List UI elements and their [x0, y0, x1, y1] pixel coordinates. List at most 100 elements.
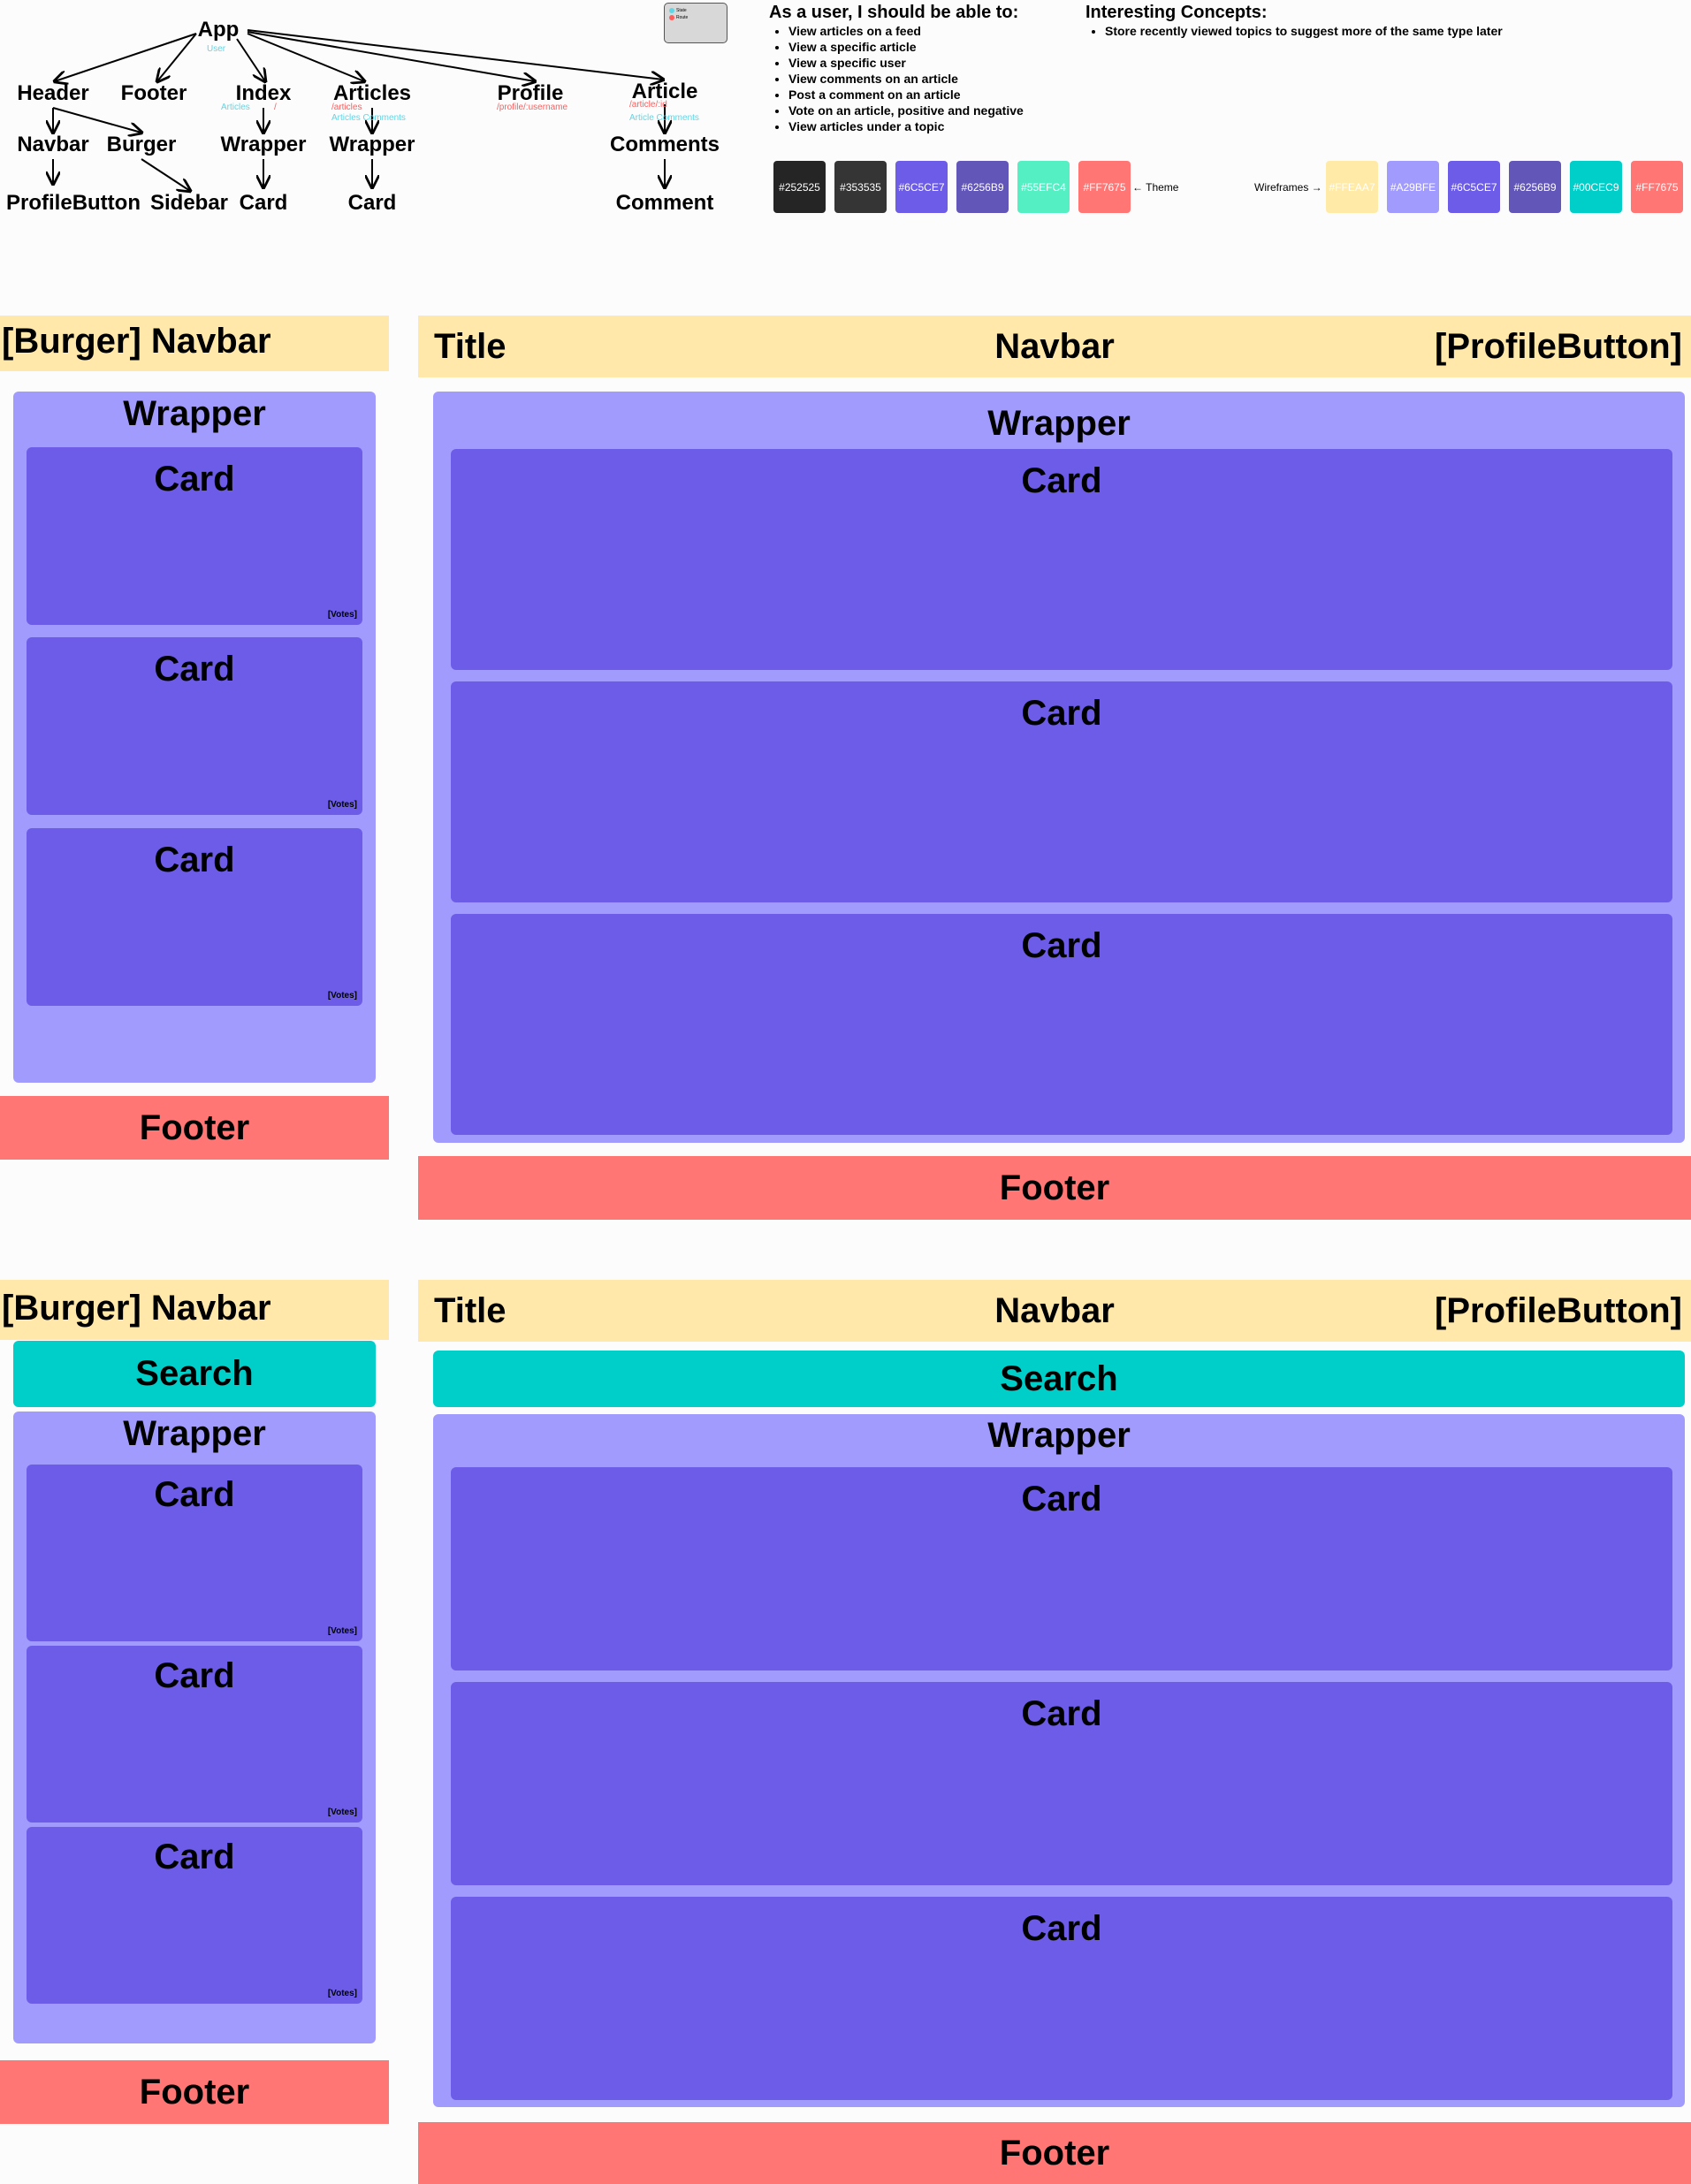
desktop-feed-wrapper-label: Wrapper	[987, 404, 1131, 443]
node-profile-button: ProfileButton	[6, 191, 141, 215]
article-state-label: Article Comments	[629, 113, 699, 123]
mobile-feed-card: Card [Votes]	[27, 447, 362, 625]
wireframe-color-swatch: #A29BFE	[1387, 161, 1439, 213]
route-dot-icon	[669, 15, 674, 20]
mobile-search-wrapper: Wrapper Card [Votes] Card [Votes] Card […	[13, 1412, 376, 2043]
card-title: Card	[1021, 1480, 1102, 1518]
card-title: Card	[1021, 1909, 1102, 1948]
concept-item: Store recently viewed topics to suggest …	[1105, 23, 1503, 39]
theme-color-swatch: #6C5CE7	[895, 161, 948, 213]
card-votes: [Votes]	[327, 1989, 357, 1998]
requirements-section: As a user, I should be able to: View art…	[769, 4, 1024, 134]
theme-color-swatch: #55EFC4	[1017, 161, 1070, 213]
desktop-feed-card: Card	[451, 681, 1672, 902]
wireframe-color-swatch: #FF7675	[1631, 161, 1683, 213]
desktop-search-card: Card	[451, 1682, 1672, 1885]
mobile-search-card: Card [Votes]	[27, 1646, 362, 1823]
node-burger: Burger	[106, 133, 177, 156]
desktop-search-bar[interactable]: Search	[433, 1351, 1685, 1407]
concepts-section: Interesting Concepts: Store recently vie…	[1085, 4, 1503, 39]
card-title: Card	[1021, 461, 1102, 500]
node-articles-wrapper: Wrapper	[329, 133, 415, 156]
mobile-search-navbar: [Burger] Navbar	[0, 1280, 389, 1340]
node-comment: Comment	[615, 191, 714, 215]
requirements-list: View articles on a feedView a specific a…	[769, 23, 1024, 134]
theme-label: ← Theme	[1132, 181, 1179, 194]
concepts-title: Interesting Concepts:	[1085, 3, 1268, 22]
node-index-wrapper: Wrapper	[220, 133, 307, 156]
theme-color-swatch: #6256B9	[956, 161, 1009, 213]
card-title: Card	[1021, 694, 1102, 733]
requirements-title: As a user, I should be able to:	[769, 3, 1019, 22]
mobile-feed-wrapper-label: Wrapper	[123, 394, 266, 433]
app-state-label: User	[207, 44, 226, 54]
node-header: Header	[17, 81, 89, 105]
node-profile: Profile	[497, 81, 564, 105]
tree-connectors	[0, 29, 760, 221]
card-title: Card	[154, 1656, 235, 1695]
card-title: Card	[1021, 1694, 1102, 1733]
wireframes-label: Wireframes →	[1254, 181, 1322, 194]
desktop-search-wrapper: Wrapper Card Card Card	[433, 1414, 1685, 2107]
mobile-feed-wrapper: Wrapper Card [Votes] Card [Votes] Card […	[13, 392, 376, 1083]
desktop-search-card: Card	[451, 1467, 1672, 1670]
wireframe-color-swatch: #00CEC9	[1570, 161, 1622, 213]
requirement-item: Vote on an article, positive and negativ…	[788, 103, 1024, 118]
mobile-search-bar[interactable]: Search	[13, 1341, 376, 1407]
mobile-feed-card: Card [Votes]	[27, 637, 362, 815]
wireframe-color-swatch: #6C5CE7	[1448, 161, 1500, 213]
desktop-feed-footer: Footer	[418, 1156, 1691, 1220]
node-navbar: Navbar	[17, 133, 89, 156]
node-index-card: Card	[239, 191, 288, 215]
index-route-label: /	[274, 103, 277, 112]
concepts-list: Store recently viewed topics to suggest …	[1085, 23, 1503, 39]
desktop-search-profile-button: [ProfileButton]	[1435, 1291, 1682, 1330]
requirement-item: View comments on an article	[788, 71, 1024, 87]
state-route-legend: State Route	[664, 3, 727, 43]
desktop-feed-card: Card	[451, 914, 1672, 1135]
mobile-feed-navbar-label: [Burger] Navbar	[2, 322, 271, 361]
desktop-feed-navbar: Title Navbar [ProfileButton]	[418, 316, 1691, 377]
desktop-feed-wrapper: Wrapper Card Card Card	[433, 392, 1685, 1143]
card-votes: [Votes]	[327, 1626, 357, 1636]
card-votes: [Votes]	[327, 991, 357, 1001]
node-articles: Articles	[332, 81, 412, 105]
requirement-item: Post a comment on an article	[788, 87, 1024, 103]
mobile-feed-navbar: [Burger] Navbar	[0, 316, 389, 371]
card-title: Card	[154, 1475, 235, 1514]
card-title: Card	[154, 841, 235, 879]
articles-route-label: /articles	[331, 103, 362, 112]
legend-state-label: State	[676, 8, 687, 13]
requirement-item: View articles under a topic	[788, 118, 1024, 134]
theme-color-swatch: #252525	[773, 161, 826, 213]
card-title: Card	[154, 650, 235, 689]
theme-color-swatch: #FF7675	[1078, 161, 1131, 213]
state-dot-icon	[669, 8, 674, 13]
theme-color-swatch: #353535	[834, 161, 887, 213]
node-index: Index	[235, 81, 292, 105]
article-route-label: /article/:id	[629, 100, 667, 110]
node-articles-card: Card	[347, 191, 397, 215]
profile-route-label: /profile/:username	[497, 103, 568, 112]
desktop-search-navbar: Title Navbar [ProfileButton]	[418, 1280, 1691, 1342]
card-title: Card	[1021, 926, 1102, 965]
desktop-feed-card: Card	[451, 449, 1672, 670]
mobile-search-card: Card [Votes]	[27, 1827, 362, 2004]
node-sidebar: Sidebar	[149, 191, 229, 215]
legend-route-label: Route	[676, 15, 689, 20]
desktop-feed-profile-button: [ProfileButton]	[1435, 327, 1682, 366]
card-votes: [Votes]	[327, 610, 357, 620]
index-state-label: Articles	[221, 103, 250, 112]
mobile-search-navbar-label: [Burger] Navbar	[2, 1289, 271, 1328]
desktop-search-footer: Footer	[418, 2122, 1691, 2184]
desktop-search-wrapper-label: Wrapper	[987, 1416, 1131, 1455]
wireframe-color-swatch: #6256B9	[1509, 161, 1561, 213]
requirement-item: View a specific article	[788, 39, 1024, 55]
card-title: Card	[154, 1838, 235, 1876]
card-votes: [Votes]	[327, 800, 357, 810]
requirement-item: View a specific user	[788, 55, 1024, 71]
card-votes: [Votes]	[327, 1807, 357, 1817]
node-app: App	[197, 18, 240, 42]
desktop-search-card: Card	[451, 1897, 1672, 2100]
articles-state-label: Articles Comments	[331, 113, 406, 123]
